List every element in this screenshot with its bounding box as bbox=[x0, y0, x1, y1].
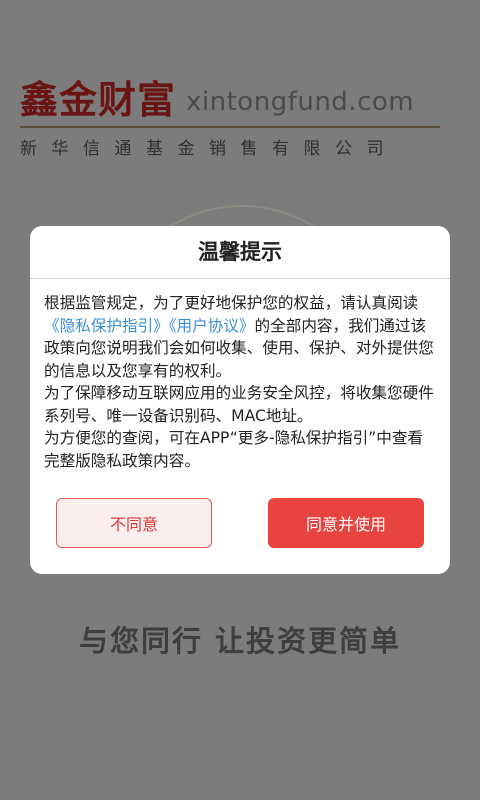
dialog-title: 温馨提示 bbox=[30, 226, 450, 279]
privacy-paragraph: 根据监管规定，为了更好地保护您的权益，请认真阅读《隐私保护指引》《用户协议》的全… bbox=[44, 294, 434, 380]
brand-name-cn: 鑫金财富 bbox=[20, 77, 177, 122]
policy-location-paragraph: 为方便您的查阅，可在APP“更多-隐私保护指引”中查看完整版隐私政策内容。 bbox=[44, 429, 424, 470]
privacy-guide-link[interactable]: 《隐私保护指引》 bbox=[44, 317, 169, 335]
data-collection-paragraph: 为了保障移动互联网应用的业务安全风控，将收集您硬件系列号、唯一设备识别码、MAC… bbox=[44, 384, 434, 425]
brand-logo: 鑫金财富 xintongfund.com 新华信通基金销售有限公司 bbox=[20, 70, 460, 159]
agree-button[interactable]: 同意并使用 bbox=[268, 498, 424, 548]
disagree-button[interactable]: 不同意 bbox=[56, 498, 212, 548]
privacy-dialog: 温馨提示 根据监管规定，为了更好地保护您的权益，请认真阅读《隐私保护指引》《用户… bbox=[30, 226, 450, 574]
company-name: 新华信通基金销售有限公司 bbox=[20, 139, 398, 159]
slogan-text: 与您同行 让投资更简单 bbox=[78, 624, 402, 658]
logo-divider bbox=[20, 126, 440, 128]
dialog-body: 根据监管规定，为了更好地保护您的权益，请认真阅读《隐私保护指引》《用户协议》的全… bbox=[30, 279, 450, 472]
dialog-actions: 不同意 同意并使用 bbox=[56, 498, 424, 548]
user-agreement-link[interactable]: 《用户协议》 bbox=[169, 317, 255, 335]
brand-domain: xintongfund.com bbox=[186, 87, 415, 117]
